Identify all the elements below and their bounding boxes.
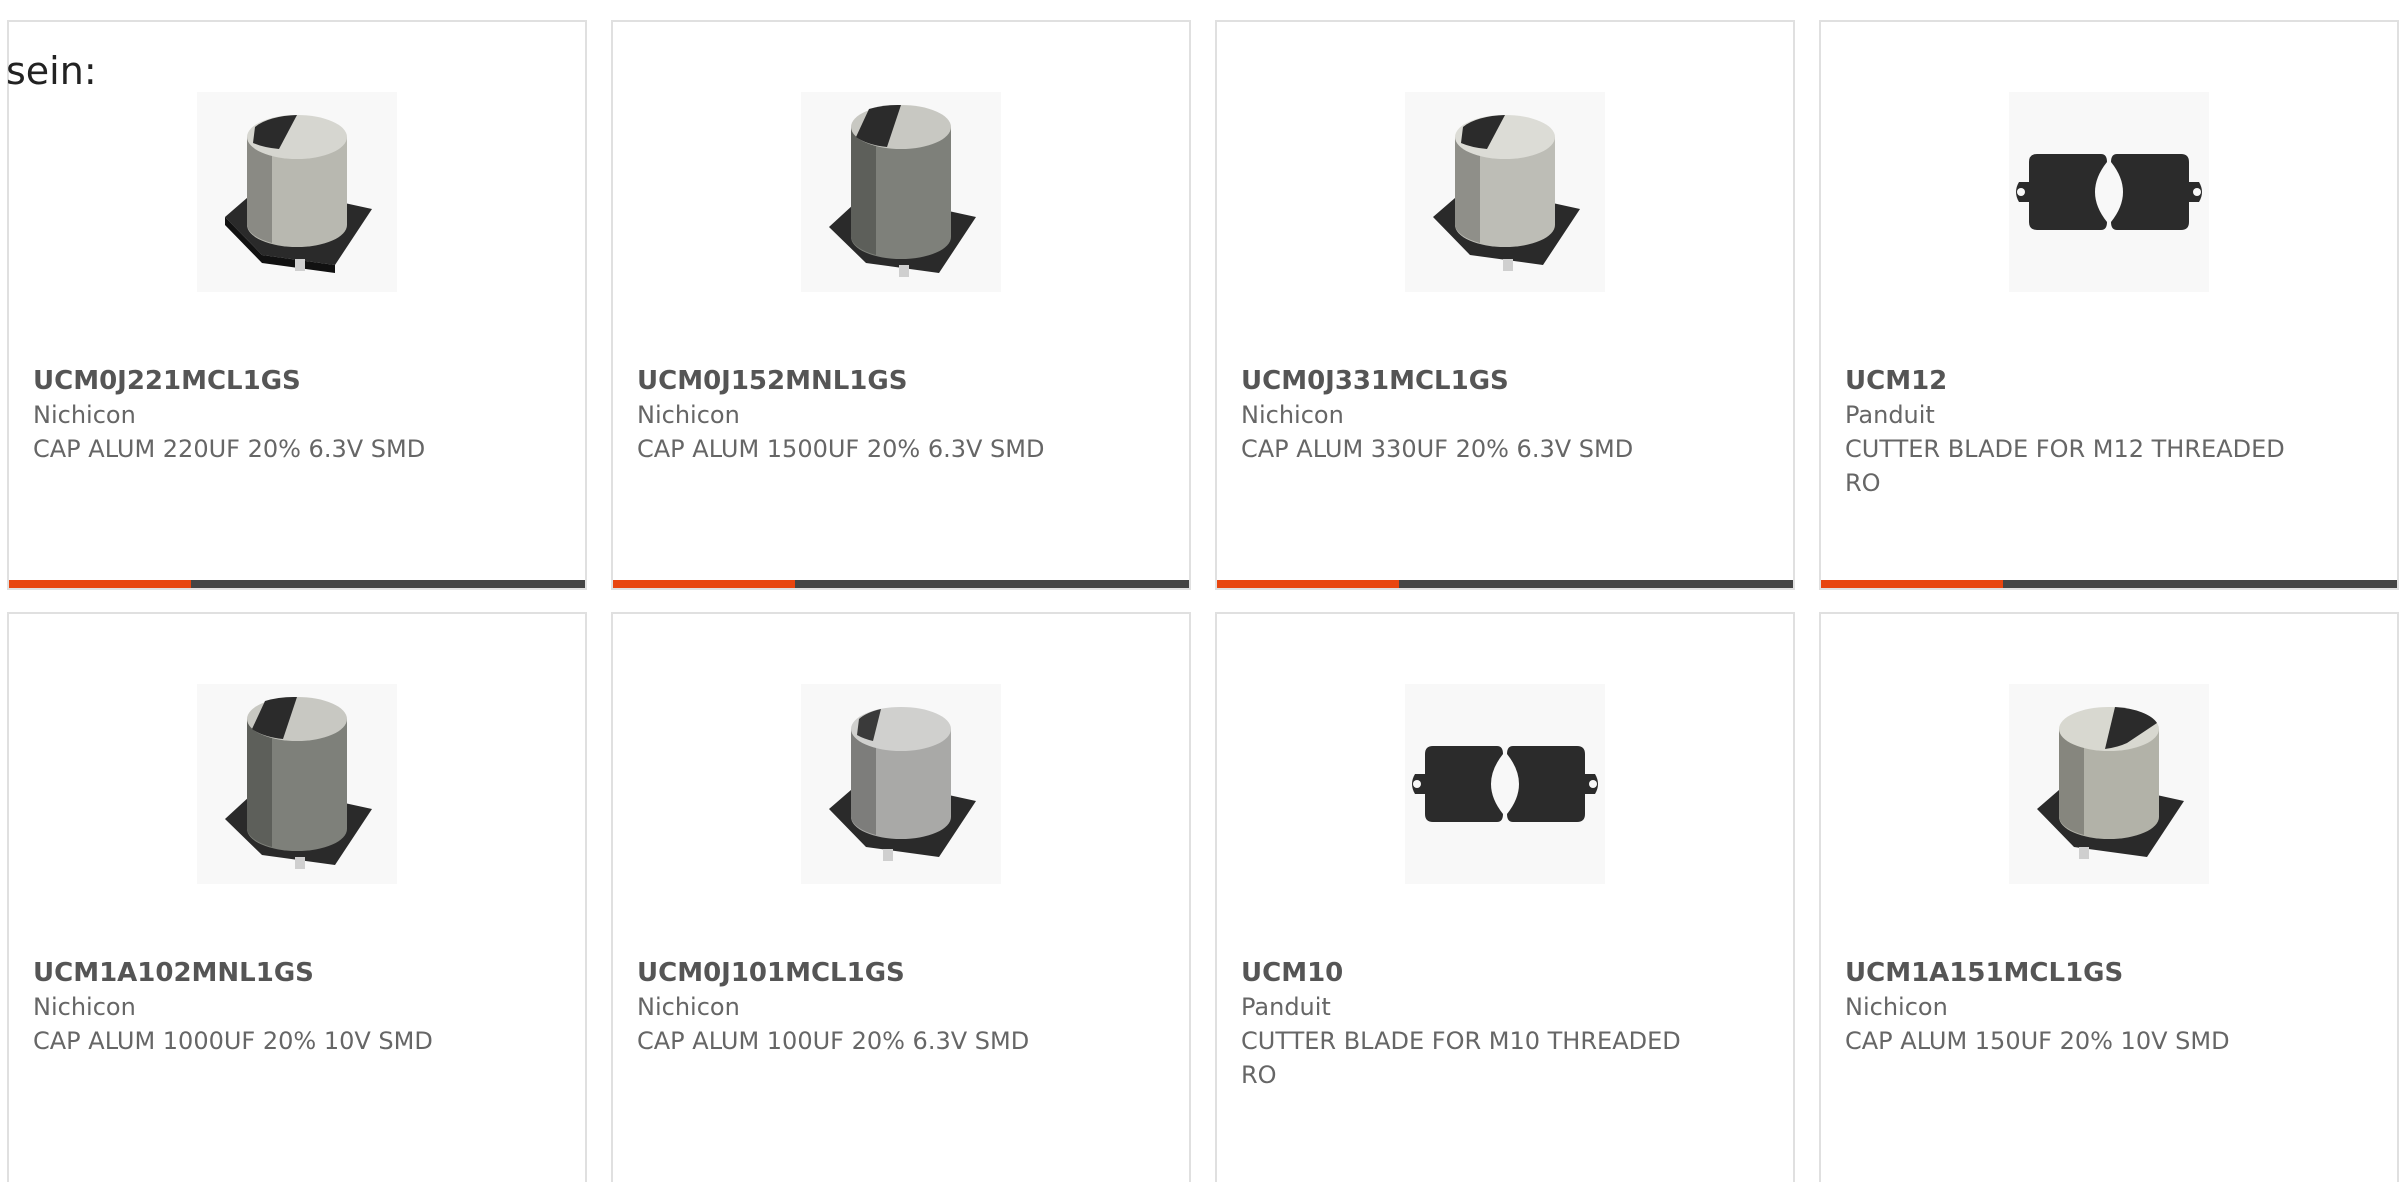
smd-capacitor-icon <box>829 707 976 861</box>
product-image[interactable] <box>2009 92 2209 292</box>
product-description: CAP ALUM 1500UF 20% 6.3V SMD <box>637 435 1045 463</box>
product-card[interactable]: UCM10 Panduit CUTTER BLADE FOR M10 THREA… <box>1215 612 1795 1182</box>
manufacturer: Nichicon <box>33 993 136 1021</box>
product-image[interactable] <box>1405 684 1605 884</box>
smd-capacitor-icon <box>225 696 372 869</box>
manufacturer: Panduit <box>1845 401 1935 429</box>
part-number-link[interactable]: UCM0J331MCL1GS <box>1241 364 1711 398</box>
card-accent-bar <box>9 580 585 588</box>
product-description: CUTTER BLADE FOR M10 THREADED RO <box>1241 1027 1681 1089</box>
product-description: CAP ALUM 150UF 20% 10V SMD <box>1845 1027 2230 1055</box>
part-number-link[interactable]: UCM0J221MCL1GS <box>33 364 503 398</box>
part-number-link[interactable]: UCM1A151MCL1GS <box>1845 956 2315 990</box>
manufacturer: Nichicon <box>1241 401 1344 429</box>
card-accent-bar <box>1821 580 2397 588</box>
product-image[interactable] <box>2009 684 2209 884</box>
product-image[interactable] <box>197 92 397 292</box>
part-number-link[interactable]: UCM0J101MCL1GS <box>637 956 1107 990</box>
product-image[interactable] <box>801 684 1001 884</box>
product-card[interactable]: UCM0J221MCL1GS Nichicon CAP ALUM 220UF 2… <box>7 20 587 590</box>
product-card[interactable]: UCM0J152MNL1GS Nichicon CAP ALUM 1500UF … <box>611 20 1191 590</box>
lead-text: sein: <box>6 49 97 93</box>
product-card[interactable]: UCM1A102MNL1GS Nichicon CAP ALUM 1000UF … <box>7 612 587 1182</box>
manufacturer: Nichicon <box>33 401 136 429</box>
product-info: UCM1A102MNL1GS Nichicon CAP ALUM 1000UF … <box>33 956 503 1058</box>
manufacturer: Nichicon <box>1845 993 1948 1021</box>
product-card[interactable]: UCM0J331MCL1GS Nichicon CAP ALUM 330UF 2… <box>1215 20 1795 590</box>
smd-capacitor-icon <box>1433 115 1580 271</box>
card-accent-bar <box>613 580 1189 588</box>
manufacturer: Nichicon <box>637 993 740 1021</box>
product-info: UCM0J152MNL1GS Nichicon CAP ALUM 1500UF … <box>637 364 1107 466</box>
manufacturer: Panduit <box>1241 993 1331 1021</box>
part-number-link[interactable]: UCM0J152MNL1GS <box>637 364 1107 398</box>
smd-capacitor-icon <box>225 115 372 273</box>
product-info: UCM1A151MCL1GS Nichicon CAP ALUM 150UF 2… <box>1845 956 2315 1058</box>
product-description: CAP ALUM 1000UF 20% 10V SMD <box>33 1027 433 1055</box>
card-accent-bar <box>1217 580 1793 588</box>
product-card[interactable]: UCM12 Panduit CUTTER BLADE FOR M12 THREA… <box>1819 20 2399 590</box>
product-info: UCM0J331MCL1GS Nichicon CAP ALUM 330UF 2… <box>1241 364 1711 466</box>
product-info: UCM0J221MCL1GS Nichicon CAP ALUM 220UF 2… <box>33 364 503 466</box>
part-number-link[interactable]: UCM10 <box>1241 956 1711 990</box>
product-description: CAP ALUM 330UF 20% 6.3V SMD <box>1241 435 1634 463</box>
product-info: UCM12 Panduit CUTTER BLADE FOR M12 THREA… <box>1845 364 2315 500</box>
manufacturer: Nichicon <box>637 401 740 429</box>
product-description: CAP ALUM 220UF 20% 6.3V SMD <box>33 435 426 463</box>
part-number-link[interactable]: UCM12 <box>1845 364 2315 398</box>
product-grid: UCM0J221MCL1GS Nichicon CAP ALUM 220UF 2… <box>7 20 2399 1182</box>
product-image[interactable] <box>197 684 397 884</box>
part-number-link[interactable]: UCM1A102MNL1GS <box>33 956 503 990</box>
cutter-blade-icon <box>1412 746 1598 822</box>
cutter-blade-icon <box>2016 154 2202 230</box>
smd-capacitor-icon <box>2037 707 2184 859</box>
product-description: CUTTER BLADE FOR M12 THREADED RO <box>1845 435 2285 497</box>
product-image[interactable] <box>801 92 1001 292</box>
product-info: UCM10 Panduit CUTTER BLADE FOR M10 THREA… <box>1241 956 1711 1092</box>
product-card[interactable]: UCM0J101MCL1GS Nichicon CAP ALUM 100UF 2… <box>611 612 1191 1182</box>
product-card[interactable]: UCM1A151MCL1GS Nichicon CAP ALUM 150UF 2… <box>1819 612 2399 1182</box>
product-description: CAP ALUM 100UF 20% 6.3V SMD <box>637 1027 1030 1055</box>
product-info: UCM0J101MCL1GS Nichicon CAP ALUM 100UF 2… <box>637 956 1107 1058</box>
product-image[interactable] <box>1405 92 1605 292</box>
smd-capacitor-icon <box>829 104 976 277</box>
